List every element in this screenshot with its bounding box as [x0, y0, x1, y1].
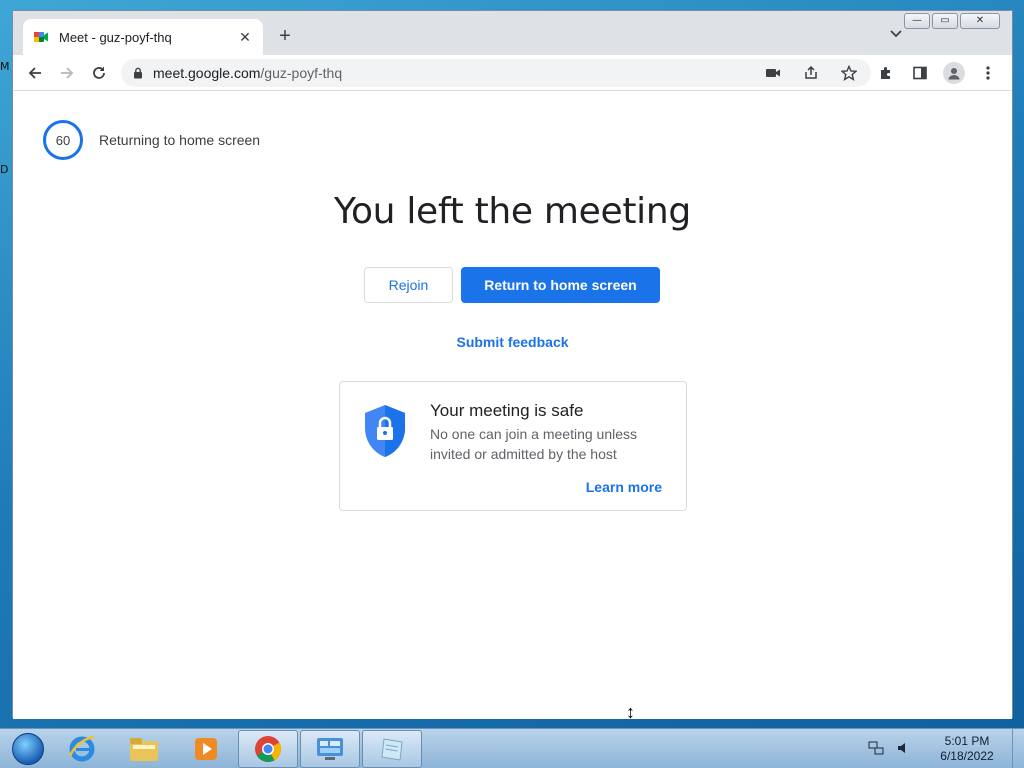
star-icon[interactable] [833, 59, 865, 87]
volume-icon[interactable] [896, 741, 910, 758]
file-explorer-icon[interactable] [114, 730, 174, 768]
system-tray: 5:01 PM 6/18/2022 [868, 729, 1024, 768]
desktop-icon-label-m: M [0, 60, 10, 73]
media-player-icon[interactable] [176, 730, 236, 768]
desktop-icon-label-d: D [0, 163, 9, 176]
page-content: 60 Returning to home screen You left the… [13, 91, 1012, 719]
start-button[interactable] [6, 730, 50, 768]
meeting-safe-card: Your meeting is safe No one can join a m… [339, 381, 687, 511]
network-icon[interactable] [868, 741, 884, 758]
countdown: 60 Returning to home screen [43, 120, 260, 160]
browser-toolbar: meet.google.com/guz-poyf-thq [13, 55, 1012, 91]
back-icon[interactable] [19, 59, 51, 87]
clock[interactable]: 5:01 PM 6/18/2022 [922, 734, 1012, 764]
extensions-icon[interactable] [870, 59, 902, 87]
lock-icon[interactable] [133, 67, 143, 79]
url-host: meet.google.com [153, 65, 261, 81]
page-title: You left the meeting [334, 191, 691, 232]
camera-icon[interactable] [757, 59, 789, 87]
resize-cursor-icon: ↕ [626, 702, 635, 722]
tab-title: Meet - guz-poyf-thq [59, 29, 172, 45]
learn-more-link[interactable]: Learn more [586, 479, 662, 495]
show-desktop-button[interactable] [1012, 729, 1024, 768]
url-path: /guz-poyf-thq [260, 65, 343, 81]
new-tab-button[interactable]: + [275, 25, 295, 47]
rejoin-button[interactable]: Rejoin [364, 267, 453, 303]
countdown-text: Returning to home screen [99, 132, 261, 148]
chrome-icon[interactable] [238, 729, 298, 768]
forward-icon[interactable] [51, 59, 83, 87]
meet-favicon-icon [34, 32, 48, 42]
safe-card-description: No one can join a meeting unless invited… [430, 426, 638, 462]
safe-card-title: Your meeting is safe [430, 401, 584, 420]
clock-time: 5:01 PM [944, 734, 990, 748]
address-bar[interactable]: meet.google.com/guz-poyf-thq [121, 59, 871, 87]
tab-meet[interactable]: Meet - guz-poyf-thq ✕ [23, 19, 263, 55]
maximize-button[interactable]: ▭ [932, 13, 958, 29]
shield-lock-icon [365, 405, 405, 457]
tab-search-chevron-icon[interactable] [890, 27, 902, 41]
omnibox-actions [757, 59, 865, 87]
url-text: meet.google.com/guz-poyf-thq [153, 65, 342, 81]
tab-strip: Meet - guz-poyf-thq ✕ + — ▭ ✕ [13, 11, 1012, 55]
browser-window: Meet - guz-poyf-thq ✕ + — ▭ ✕ meet.googl… [12, 10, 1013, 719]
reload-icon[interactable] [83, 59, 115, 87]
close-button[interactable]: ✕ [960, 13, 1000, 29]
tab-close-icon[interactable]: ✕ [237, 29, 253, 46]
window-controls: — ▭ ✕ [904, 13, 1000, 29]
profile-icon [943, 62, 965, 84]
submit-feedback-link[interactable]: Submit feedback [13, 334, 1012, 350]
toolbar-right [870, 59, 1004, 87]
return-home-button[interactable]: Return to home screen [461, 267, 660, 303]
menu-icon[interactable] [972, 59, 1004, 87]
countdown-ring: 60 [43, 120, 83, 160]
action-buttons: Rejoin Return to home screen [364, 267, 660, 303]
side-panel-icon[interactable] [904, 59, 936, 87]
taskbar: 5:01 PM 6/18/2022 [0, 728, 1024, 768]
notepad-icon[interactable] [362, 729, 422, 768]
minimize-button[interactable]: — [904, 13, 930, 29]
windows-logo-icon [12, 732, 44, 765]
clock-date: 6/18/2022 [940, 749, 994, 763]
control-panel-icon[interactable] [300, 729, 360, 768]
profile-button[interactable] [938, 59, 970, 87]
share-icon[interactable] [795, 59, 827, 87]
internet-explorer-icon[interactable] [52, 730, 112, 768]
